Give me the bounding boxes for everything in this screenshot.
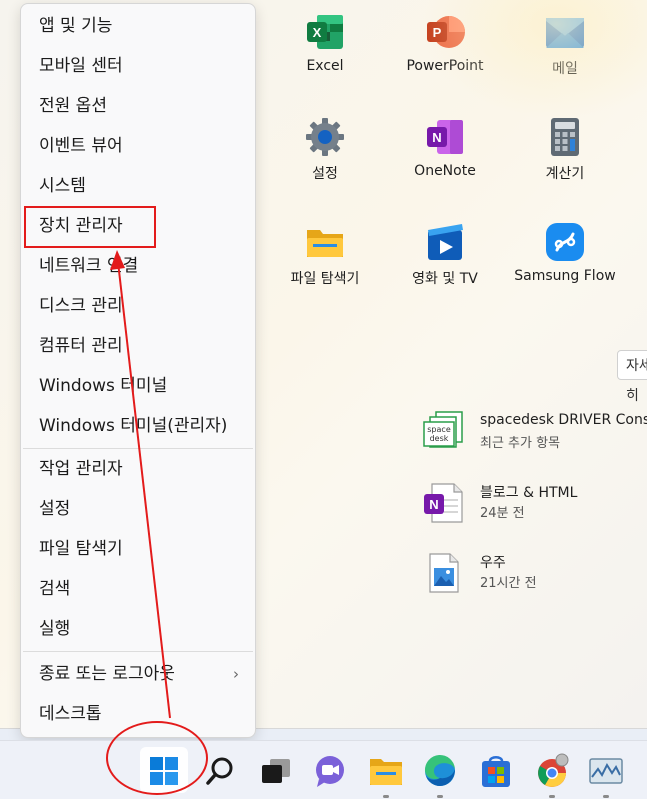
menu-item-network-connections[interactable]: 네트워크 연결 bbox=[21, 246, 255, 286]
pinned-app-label: 메일 bbox=[552, 61, 578, 77]
recommended-title: spacedesk DRIVER Console bbox=[480, 412, 647, 428]
recommended-subtitle: 24분 전 bbox=[480, 506, 525, 521]
more-recommended-button[interactable]: 자세히 bbox=[617, 350, 647, 404]
svg-text:P: P bbox=[433, 25, 442, 40]
pinned-app-label: 파일 탐색기 bbox=[290, 271, 360, 287]
pinned-app-excel[interactable]: X Excel bbox=[265, 12, 385, 74]
start-button-highlight-circle bbox=[106, 721, 208, 795]
samsung-flow-icon bbox=[545, 222, 585, 262]
pinned-app-label: 계산기 bbox=[545, 166, 585, 182]
menu-item-shutdown-signout[interactable]: 종료 또는 로그아웃 › bbox=[21, 654, 255, 694]
svg-text:desk: desk bbox=[430, 434, 449, 443]
settings-gear-icon bbox=[305, 117, 345, 157]
pinned-app-onenote[interactable]: N OneNote bbox=[385, 117, 505, 179]
spacedesk-icon: space desk bbox=[420, 410, 466, 456]
menu-item-disk-management[interactable]: 디스크 관리 bbox=[21, 286, 255, 326]
menu-item-apps-features[interactable]: 앱 및 기능 bbox=[21, 6, 255, 46]
performance-monitor-icon[interactable] bbox=[586, 751, 626, 791]
menu-item-windows-terminal-admin[interactable]: Windows 터미널(관리자) bbox=[21, 406, 255, 446]
menu-item-power-options[interactable]: 전원 옵션 bbox=[21, 86, 255, 126]
pinned-app-movies-tv[interactable]: 영화 및 TV bbox=[385, 222, 505, 288]
menu-item-event-viewer[interactable]: 이벤트 뷰어 bbox=[21, 126, 255, 166]
image-file-icon bbox=[420, 550, 466, 596]
task-view-icon[interactable] bbox=[256, 751, 296, 791]
menu-item-task-manager[interactable]: 작업 관리자 bbox=[21, 449, 255, 489]
pinned-app-label: PowerPoint bbox=[406, 58, 484, 74]
pinned-app-file-explorer[interactable]: 파일 탐색기 bbox=[265, 222, 385, 288]
menu-item-windows-terminal[interactable]: Windows 터미널 bbox=[21, 366, 255, 406]
chrome-browser-icon[interactable] bbox=[532, 751, 572, 791]
svg-text:space: space bbox=[427, 425, 451, 434]
device-manager-highlight-box bbox=[24, 206, 156, 248]
chat-icon[interactable] bbox=[310, 751, 350, 791]
menu-item-settings[interactable]: 설정 bbox=[21, 489, 255, 529]
pinned-app-label: 영화 및 TV bbox=[412, 271, 478, 287]
recommended-item[interactable]: space desk spacedesk DRIVER Console 최근 추… bbox=[420, 410, 647, 458]
menu-separator bbox=[23, 651, 253, 652]
pinned-app-settings[interactable]: 설정 bbox=[265, 117, 385, 183]
menu-item-computer-management[interactable]: 컴퓨터 관리 bbox=[21, 326, 255, 366]
menu-item-label: 종료 또는 로그아웃 bbox=[39, 664, 175, 684]
recommended-title: 블로그 & HTML bbox=[480, 485, 578, 501]
svg-text:N: N bbox=[432, 130, 441, 145]
pinned-app-label: 설정 bbox=[312, 166, 338, 182]
pinned-app-samsung-flow[interactable]: Samsung Flow bbox=[505, 222, 625, 284]
onenote-icon: N bbox=[425, 117, 465, 157]
file-explorer-taskbar-icon[interactable] bbox=[366, 751, 406, 791]
excel-icon: X bbox=[305, 12, 345, 52]
pinned-app-label: Excel bbox=[306, 58, 344, 74]
movies-tv-icon bbox=[425, 222, 465, 262]
menu-item-mobility-center[interactable]: 모바일 센터 bbox=[21, 46, 255, 86]
recommended-subtitle: 21시간 전 bbox=[480, 576, 537, 591]
calculator-icon bbox=[545, 117, 585, 157]
mail-icon bbox=[545, 12, 585, 52]
menu-item-file-explorer[interactable]: 파일 탐색기 bbox=[21, 529, 255, 569]
pinned-app-calculator[interactable]: 계산기 bbox=[505, 117, 625, 183]
taskbar bbox=[0, 740, 647, 799]
menu-item-search[interactable]: 검색 bbox=[21, 569, 255, 609]
menu-item-system[interactable]: 시스템 bbox=[21, 166, 255, 206]
pinned-app-mail[interactable]: 메일 bbox=[505, 12, 625, 78]
chevron-right-icon: › bbox=[233, 665, 239, 683]
powerpoint-icon: P bbox=[425, 12, 465, 52]
menu-item-run[interactable]: 실행 bbox=[21, 609, 255, 649]
microsoft-store-icon[interactable] bbox=[476, 751, 516, 791]
recommended-item[interactable]: N 블로그 & HTML 24분 전 bbox=[420, 480, 647, 528]
recommended-title: 우주 bbox=[480, 555, 506, 571]
onenote-file-icon: N bbox=[420, 480, 466, 526]
recommended-subtitle: 최근 추가 항목 bbox=[480, 436, 561, 451]
svg-text:X: X bbox=[313, 25, 322, 40]
folder-icon bbox=[305, 222, 345, 262]
pinned-app-powerpoint[interactable]: P PowerPoint bbox=[385, 12, 505, 74]
pinned-app-label: OneNote bbox=[414, 163, 476, 179]
pinned-app-label: Samsung Flow bbox=[514, 268, 616, 284]
svg-text:N: N bbox=[429, 497, 438, 512]
winx-context-menu: 앱 및 기능 모바일 센터 전원 옵션 이벤트 뷰어 시스템 장치 관리자 네트… bbox=[20, 3, 256, 738]
edge-browser-icon[interactable] bbox=[420, 751, 460, 791]
recommended-item[interactable]: 우주 21시간 전 bbox=[420, 550, 647, 598]
